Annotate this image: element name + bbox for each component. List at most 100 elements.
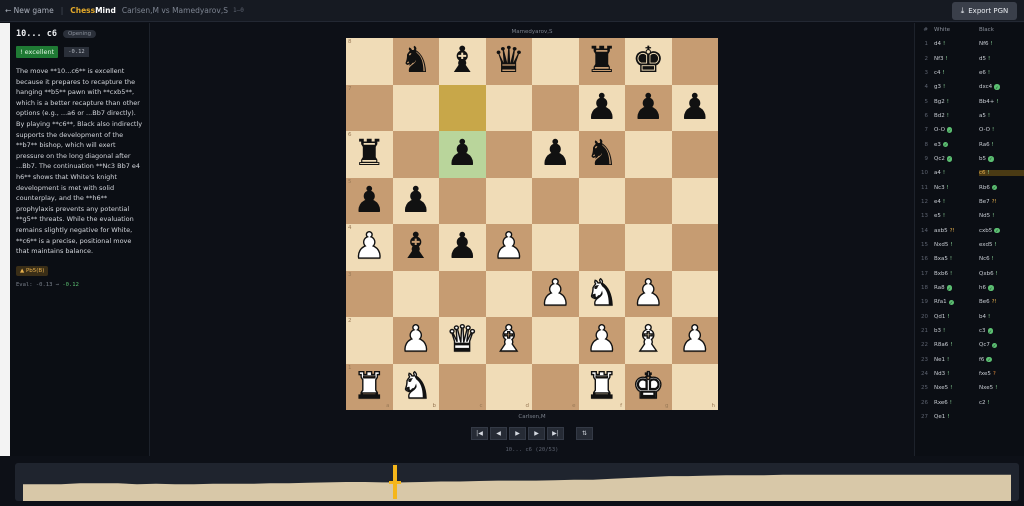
white-move[interactable]: axb5?!	[934, 228, 979, 234]
square-h8[interactable]	[671, 38, 718, 85]
square-a6[interactable]: 6 ♜	[346, 131, 393, 178]
black-move[interactable]: b4!	[979, 314, 1024, 320]
black-knight-icon[interactable]: ♞	[400, 43, 432, 79]
black-move[interactable]: e6!	[979, 70, 1024, 76]
square-g4[interactable]	[625, 224, 672, 271]
white-move[interactable]: Bxb6!	[934, 271, 979, 277]
white-move[interactable]: e3 ✓	[934, 142, 979, 148]
square-e7[interactable]	[532, 84, 579, 131]
black-pawn-icon[interactable]: ♟	[446, 229, 478, 265]
white-move[interactable]: d4!	[934, 41, 979, 47]
black-move[interactable]: Be7?!	[979, 199, 1024, 205]
square-c6[interactable]: ♟	[439, 131, 486, 178]
prev-move-button[interactable]: ◀	[490, 427, 507, 440]
white-pawn-icon[interactable]: ♟	[631, 275, 665, 312]
white-move[interactable]: a4!	[934, 170, 979, 176]
square-f4[interactable]	[578, 224, 625, 271]
square-d5[interactable]	[485, 177, 532, 224]
white-bishop-icon[interactable]: ♝	[492, 321, 526, 358]
black-move[interactable]: Be6?!	[979, 299, 1024, 305]
square-e6[interactable]: ♟	[532, 131, 579, 178]
white-pawn-icon[interactable]: ♟	[492, 228, 526, 265]
black-pawn-icon[interactable]: ♟	[679, 89, 711, 126]
white-move[interactable]: Ra8 ✓	[934, 285, 979, 291]
white-move[interactable]: e5!	[934, 213, 979, 219]
black-move[interactable]: Rb6 ✓	[979, 185, 1024, 191]
square-e1[interactable]: e	[532, 363, 579, 410]
square-c2[interactable]: ♛	[439, 317, 486, 364]
square-f3[interactable]: ♞	[578, 270, 625, 317]
square-b6[interactable]	[392, 131, 439, 178]
square-g8[interactable]: ♚	[625, 38, 672, 85]
white-move[interactable]: e4!	[934, 199, 979, 205]
square-c8[interactable]: ♝	[439, 38, 486, 85]
white-pawn-icon[interactable]: ♟	[352, 228, 386, 265]
white-move[interactable]: Nc3!	[934, 185, 979, 191]
square-a2[interactable]: 2	[346, 317, 393, 364]
square-d6[interactable]	[485, 131, 532, 178]
square-e4[interactable]	[532, 224, 579, 271]
square-g6[interactable]	[625, 131, 672, 178]
white-pawn-icon[interactable]: ♟	[538, 275, 572, 312]
black-move[interactable]: Nc6!	[979, 256, 1024, 262]
square-h1[interactable]: h	[671, 363, 718, 410]
square-a3[interactable]: 3	[346, 270, 393, 317]
black-pawn-icon[interactable]: ♟	[539, 136, 571, 172]
square-b3[interactable]	[392, 270, 439, 317]
black-move[interactable]: h6 ✓	[979, 285, 1024, 291]
square-b5[interactable]: ♟	[392, 177, 439, 224]
square-h4[interactable]	[671, 224, 718, 271]
square-f8[interactable]: ♜	[578, 38, 625, 85]
square-b2[interactable]: ♟	[392, 317, 439, 364]
square-a5[interactable]: 5 ♟	[346, 177, 393, 224]
white-king-icon[interactable]: ♚	[631, 368, 665, 405]
white-move[interactable]: Nf3!	[934, 56, 979, 62]
square-d4[interactable]: ♟	[485, 224, 532, 271]
black-move[interactable]: O-O!	[979, 127, 1024, 133]
white-knight-icon[interactable]: ♞	[585, 275, 619, 312]
square-f2[interactable]: ♟	[578, 317, 625, 364]
square-a8[interactable]: 8	[346, 38, 393, 85]
square-c1[interactable]: c	[439, 363, 486, 410]
square-g3[interactable]: ♟	[625, 270, 672, 317]
black-move[interactable]: Nd5!	[979, 213, 1024, 219]
square-f6[interactable]: ♞	[578, 131, 625, 178]
black-rook-icon[interactable]: ♜	[586, 43, 618, 79]
white-move[interactable]: Nd3!	[934, 371, 979, 377]
white-move[interactable]: Bg2!	[934, 99, 979, 105]
square-h6[interactable]	[671, 131, 718, 178]
white-bishop-icon[interactable]: ♝	[631, 321, 665, 358]
black-move[interactable]: Nf6!	[979, 41, 1024, 47]
square-b4[interactable]: ♝	[392, 224, 439, 271]
black-move[interactable]: exd5!	[979, 242, 1024, 248]
black-rook-icon[interactable]: ♜	[353, 136, 385, 172]
black-move[interactable]: Qc7 ✓	[979, 342, 1024, 348]
white-rook-icon[interactable]: ♜	[352, 368, 386, 405]
export-pgn-button[interactable]: ⤓ Export PGN	[952, 2, 1017, 20]
square-e2[interactable]	[532, 317, 579, 364]
square-a1[interactable]: 1 a ♜	[346, 363, 393, 410]
square-h7[interactable]: ♟	[671, 84, 718, 131]
black-move[interactable]: c3 ✓	[979, 328, 1024, 334]
white-knight-icon[interactable]: ♞	[399, 368, 433, 405]
black-move[interactable]: Qxb6!	[979, 271, 1024, 277]
square-g5[interactable]	[625, 177, 672, 224]
white-pawn-icon[interactable]: ♟	[399, 321, 433, 358]
white-pawn-icon[interactable]: ♟	[678, 321, 712, 358]
new-game-link[interactable]: ← New game	[5, 6, 54, 15]
square-e8[interactable]	[532, 38, 579, 85]
white-move[interactable]: Nxd5!	[934, 242, 979, 248]
white-move[interactable]: O-O ✓	[934, 127, 979, 133]
black-bishop-icon[interactable]: ♝	[400, 229, 432, 265]
white-move[interactable]: Nxe5!	[934, 385, 979, 391]
white-move[interactable]: Rfa1 ✓	[934, 299, 979, 305]
square-h3[interactable]	[671, 270, 718, 317]
black-move[interactable]: f6 ✓	[979, 357, 1024, 363]
white-move[interactable]: R8a6!	[934, 342, 979, 348]
white-move[interactable]: g3!	[934, 84, 979, 90]
square-f7[interactable]: ♟	[578, 84, 625, 131]
last-move-button[interactable]: ▶|	[547, 427, 564, 440]
white-move[interactable]: Qe1!	[934, 414, 979, 420]
black-move[interactable]: Nxe5!	[979, 385, 1024, 391]
square-f5[interactable]	[578, 177, 625, 224]
